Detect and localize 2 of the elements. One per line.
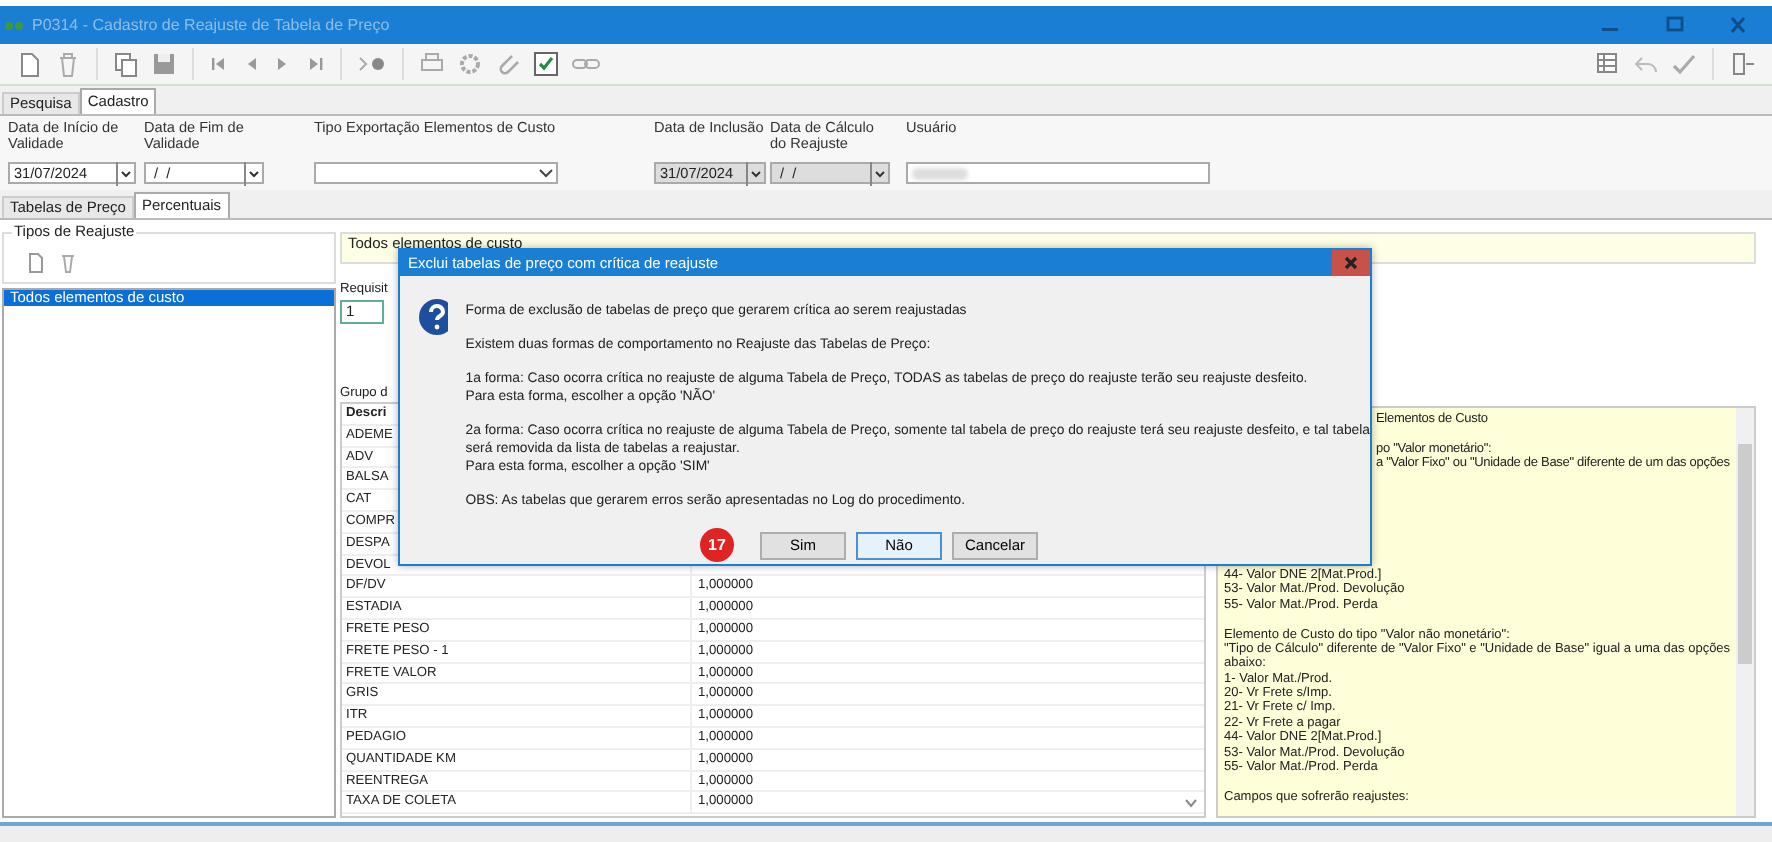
- window-title: P0314 - Cadastro de Reajuste de Tabela de Preço: [32, 16, 390, 34]
- step-badge: 17: [700, 528, 734, 562]
